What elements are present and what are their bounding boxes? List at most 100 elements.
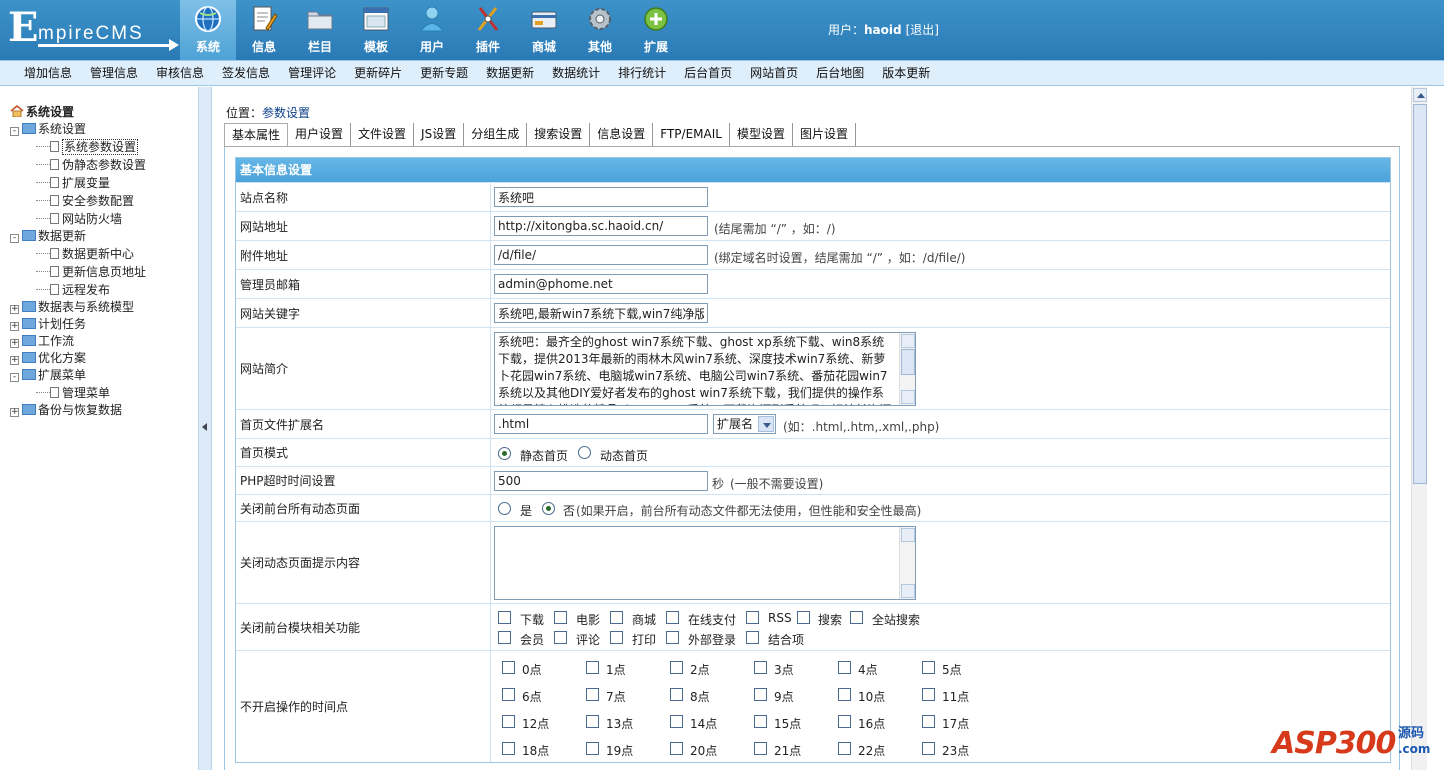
collapse-icon[interactable]: - [10,373,19,382]
tab-group-generate[interactable]: 分组生成 [464,123,528,147]
checkbox-hour-19[interactable] [586,742,599,755]
tab-info[interactable]: 信息设置 [590,123,654,147]
checkbox-hour-6[interactable] [502,688,515,701]
scroll-up-icon[interactable] [1413,88,1427,102]
checkbox-combine[interactable] [746,631,759,644]
nav-user[interactable]: 用户 [404,0,460,60]
page-scrollbar[interactable] [1411,87,1427,770]
nav-column[interactable]: 栏目 [292,0,348,60]
checkbox-external-login[interactable] [666,631,679,644]
checkbox-hour-17[interactable] [922,715,935,728]
checkbox-hour-3[interactable] [754,661,767,674]
expand-icon[interactable]: + [10,305,19,314]
tree-item-firewall[interactable]: 网站防火墙 [36,210,122,228]
site-name-input[interactable] [494,187,708,207]
expand-icon[interactable]: + [10,356,19,365]
tab-user[interactable]: 用户设置 [288,123,352,147]
checkbox-hour-8[interactable] [670,688,683,701]
checkbox-hour-22[interactable] [838,742,851,755]
admin-email-input[interactable] [494,274,708,294]
expand-icon[interactable]: + [10,408,19,417]
checkbox-hour-2[interactable] [670,661,683,674]
scroll-thumb[interactable] [1413,104,1427,484]
logout-link[interactable]: [退出] [906,23,939,37]
menu-review-info[interactable]: 审核信息 [147,61,213,85]
radio-close-yes[interactable] [498,502,511,515]
tab-file[interactable]: 文件设置 [351,123,415,147]
tree-item-update-center[interactable]: 数据更新中心 [36,245,134,263]
expand-icon[interactable]: + [10,339,19,348]
checkbox-hour-13[interactable] [586,715,599,728]
menu-data-stats[interactable]: 数据统计 [543,61,609,85]
nav-template[interactable]: 模板 [348,0,404,60]
checkbox-print[interactable] [610,631,623,644]
intro-textarea[interactable]: 系统吧：最齐全的ghost win7系统下载、ghost xp系统下载、win8… [494,332,916,406]
checkbox-search[interactable] [797,611,810,624]
nav-shop[interactable]: 商城 [516,0,572,60]
expand-icon[interactable]: + [10,322,19,331]
checkbox-rss[interactable] [746,611,759,624]
menu-add-info[interactable]: 增加信息 [15,61,81,85]
tree-item-remote-publish[interactable]: 远程发布 [36,281,110,299]
checkbox-hour-15[interactable] [754,715,767,728]
site-url-input[interactable] [494,216,708,236]
checkbox-hour-0[interactable] [502,661,515,674]
checkbox-hour-10[interactable] [838,688,851,701]
menu-manage-comments[interactable]: 管理评论 [279,61,345,85]
menu-manage-info[interactable]: 管理信息 [81,61,147,85]
menu-update-fragments[interactable]: 更新碎片 [345,61,411,85]
tree-folder-ext-menu[interactable]: - 扩展菜单 [10,366,86,384]
checkbox-hour-23[interactable] [922,742,935,755]
checkbox-online-pay[interactable] [666,611,679,624]
menu-admin-map[interactable]: 后台地图 [807,61,873,85]
radio-static-index[interactable] [498,447,511,460]
radio-dynamic-index[interactable] [578,446,591,459]
checkbox-hour-1[interactable] [586,661,599,674]
checkbox-hour-12[interactable] [502,715,515,728]
tree-item-security[interactable]: 安全参数配置 [36,192,134,210]
tab-ftp-email[interactable]: FTP/EMAIL [653,123,730,147]
checkbox-hour-20[interactable] [670,742,683,755]
checkbox-hour-11[interactable] [922,688,935,701]
checkbox-movie[interactable] [554,611,567,624]
tab-basic[interactable]: 基本属性 [224,123,289,147]
checkbox-site-search[interactable] [850,611,863,624]
checkbox-hour-5[interactable] [922,661,935,674]
tree-item-manage-menu[interactable]: 管理菜单 [36,384,110,402]
checkbox-hour-16[interactable] [838,715,851,728]
menu-admin-home[interactable]: 后台首页 [675,61,741,85]
tree-folder-data-update[interactable]: - 数据更新 [10,227,86,245]
tree-folder-workflow[interactable]: + 工作流 [10,332,74,350]
checkbox-hour-21[interactable] [754,742,767,755]
nav-info[interactable]: 信息 [236,0,292,60]
php-timeout-input[interactable] [494,471,708,491]
textarea-scrollbar[interactable] [899,527,915,599]
tree-folder-system-settings[interactable]: - 系统设置 [10,120,86,138]
nav-plugin[interactable]: 插件 [460,0,516,60]
tree-folder-scheduled-tasks[interactable]: + 计划任务 [10,315,86,333]
index-ext-input[interactable] [494,414,708,434]
keywords-input[interactable] [494,303,708,323]
checkbox-member[interactable] [498,631,511,644]
checkbox-download[interactable] [498,611,511,624]
ext-select[interactable]: 扩展名 [713,414,776,434]
tab-image[interactable]: 图片设置 [793,123,856,147]
tree-item-pseudo-static[interactable]: 伪静态参数设置 [36,156,146,174]
tree-item-update-page-url[interactable]: 更新信息页地址 [36,263,146,281]
textarea-scrollbar[interactable] [899,333,915,405]
nav-system[interactable]: 系统 [180,0,236,60]
checkbox-hour-4[interactable] [838,661,851,674]
nav-other[interactable]: 其他 [572,0,628,60]
tab-js[interactable]: JS设置 [414,123,465,147]
tree-item-ext-vars[interactable]: 扩展变量 [36,174,110,192]
checkbox-hour-18[interactable] [502,742,515,755]
checkbox-hour-7[interactable] [586,688,599,701]
radio-close-no[interactable] [542,502,555,515]
tree-folder-backup[interactable]: + 备份与恢复数据 [10,401,122,419]
tab-search[interactable]: 搜索设置 [527,123,591,147]
sidebar-toggle-bar[interactable] [198,87,212,770]
close-tip-textarea[interactable] [494,526,916,600]
menu-rank-stats[interactable]: 排行统计 [609,61,675,85]
tree-folder-optimization[interactable]: + 优化方案 [10,349,86,367]
menu-update-topics[interactable]: 更新专题 [411,61,477,85]
